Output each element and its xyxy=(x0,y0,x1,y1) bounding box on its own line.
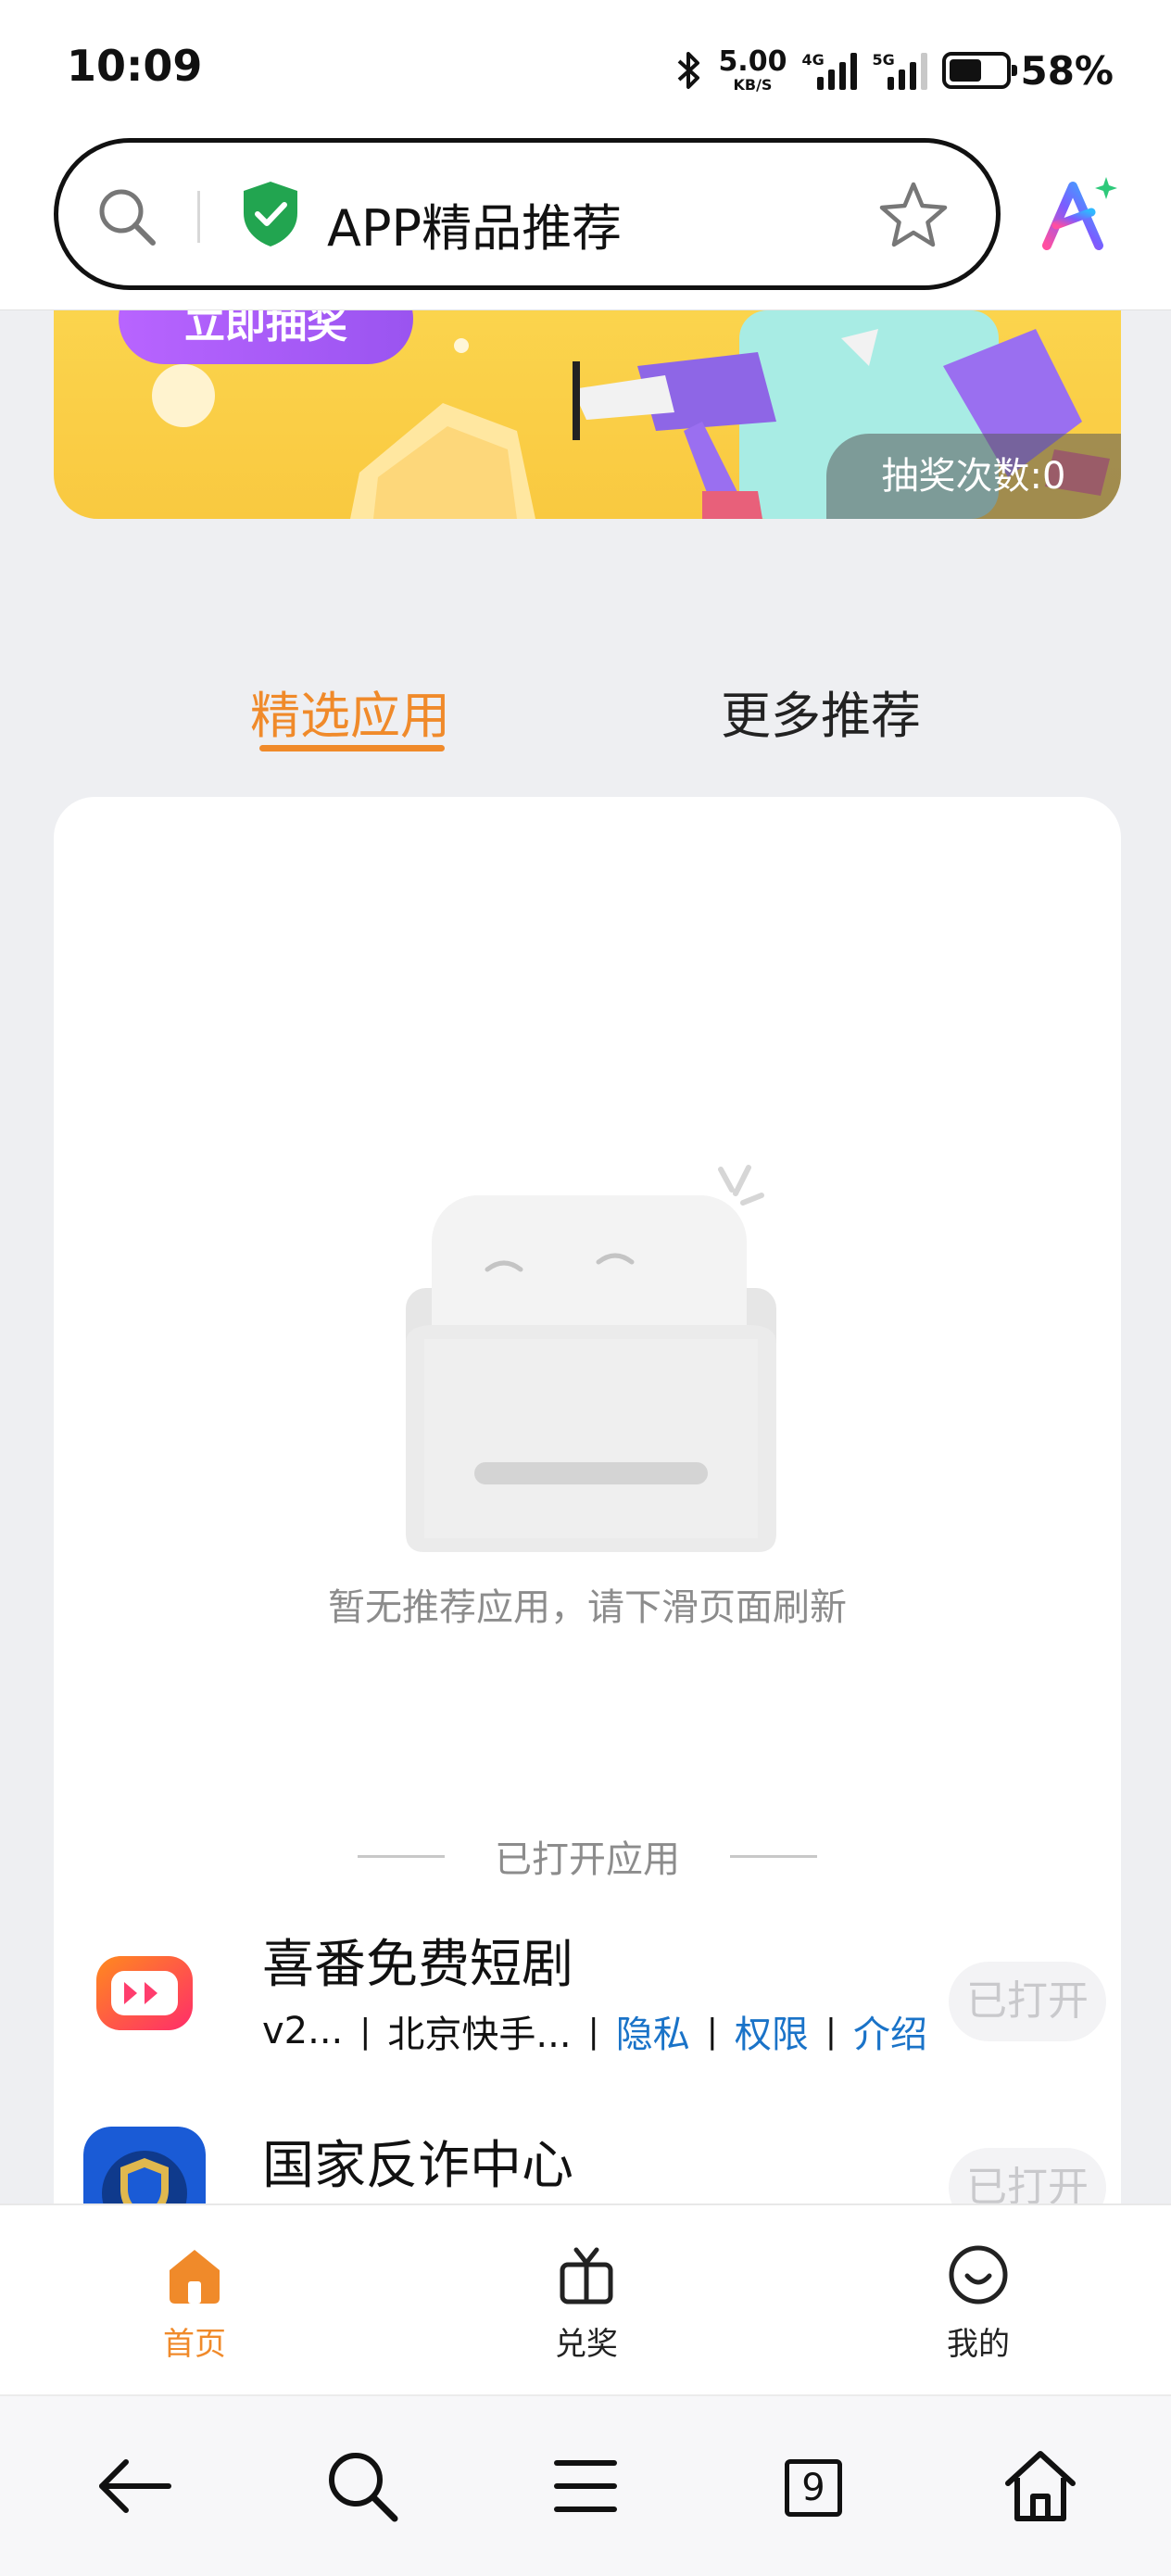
opened-button[interactable]: 已打开 xyxy=(949,1962,1106,2041)
battery-icon xyxy=(942,52,1018,89)
search-icon[interactable] xyxy=(94,183,158,248)
gift-box-icon xyxy=(560,2247,613,2305)
battery-fill xyxy=(950,59,982,82)
status-time: 10:09 xyxy=(67,41,203,91)
address-divider xyxy=(197,191,200,243)
app-bottom-nav: 首页 兑奖 我的 xyxy=(0,2203,1171,2394)
browser-toolbar: 9 xyxy=(0,2394,1171,2576)
tabs-button[interactable]: 9 xyxy=(768,2444,851,2528)
lottery-count-badge: 抽奖次数:0 xyxy=(826,434,1121,519)
home-icon xyxy=(170,2250,220,2304)
security-shield-icon xyxy=(244,182,297,246)
page-title[interactable]: APP精品推荐 xyxy=(327,187,622,260)
opened-apps-header: 已打开应用 xyxy=(358,1833,817,1881)
smiley-icon xyxy=(949,2245,1008,2305)
app-row[interactable]: 国家反诈中心 已打开 xyxy=(54,2124,1121,2205)
empty-state-message: 暂无推荐应用，请下滑页面刷新 xyxy=(328,1586,847,1629)
divider-line xyxy=(730,1854,817,1858)
divider-line xyxy=(358,1854,445,1858)
signal-4g-icon: 4G xyxy=(801,47,858,94)
ai-assistant-icon[interactable] xyxy=(1038,171,1121,255)
signal-5g-icon: 5G xyxy=(872,47,928,94)
permissions-link[interactable]: 权限 xyxy=(735,2004,809,2058)
introduction-link[interactable]: 介绍 xyxy=(853,2004,927,2058)
bookmark-star-icon[interactable] xyxy=(877,180,950,252)
app-row[interactable]: 喜番免费短剧 v2... | 北京快手... | 隐私 | 权限 | 介绍 已打… xyxy=(54,1923,1121,2080)
app-meta: v2... | 北京快手... | 隐私 | 权限 | 介绍 xyxy=(262,2004,927,2058)
xifan-app-icon[interactable] xyxy=(83,1930,206,2052)
status-indicators: 5.00 KB/S 4G 5G 58% xyxy=(675,43,1114,98)
app-name[interactable]: 国家反诈中心 xyxy=(262,2124,573,2199)
draw-now-button[interactable]: 立即抽奖 xyxy=(119,310,413,364)
content-card: 暂无推荐应用，请下滑页面刷新 已打开应用 喜番免费短剧 v2... | 北京快手… xyxy=(54,797,1121,2205)
app-developer: 北京快手... xyxy=(387,2014,572,2056)
empty-box-illustration xyxy=(406,1165,776,1552)
nav-redeem[interactable]: 兑奖 xyxy=(512,2242,661,2364)
opened-button[interactable]: 已打开 xyxy=(949,2148,1106,2205)
back-arrow-icon[interactable] xyxy=(93,2444,176,2528)
tab-more-recommendations[interactable]: 更多推荐 xyxy=(721,675,921,748)
app-version: v2... xyxy=(262,2010,344,2052)
address-bar[interactable]: APP精品推荐 xyxy=(54,138,1001,290)
bluetooth-icon xyxy=(678,52,700,89)
nav-profile[interactable]: 我的 xyxy=(904,2242,1052,2364)
network-speed: 5.00 KB/S xyxy=(718,45,787,94)
menu-icon[interactable] xyxy=(544,2444,627,2528)
tab-count: 9 xyxy=(785,2459,842,2517)
battery-indicator: 58% xyxy=(942,48,1114,94)
tab-featured-apps[interactable]: 精选应用 xyxy=(250,675,450,748)
nav-home[interactable]: 首页 xyxy=(120,2242,269,2364)
active-tab-indicator xyxy=(259,745,445,751)
home-icon[interactable] xyxy=(999,2444,1082,2528)
opened-apps-title: 已打开应用 xyxy=(495,1838,680,1881)
lottery-banner[interactable]: 立即抽奖 抽奖次数:0 xyxy=(54,310,1121,519)
app-name[interactable]: 喜番免费短剧 xyxy=(262,1923,573,1998)
status-bar: 10:09 5.00 KB/S 4G 5G 58% xyxy=(0,0,1171,134)
search-icon[interactable] xyxy=(321,2444,404,2528)
address-bar-row: APP精品推荐 xyxy=(0,134,1171,310)
battery-percent: 58% xyxy=(1020,47,1114,94)
anti-fraud-app-icon[interactable] xyxy=(83,2127,206,2205)
privacy-link[interactable]: 隐私 xyxy=(616,2004,690,2058)
